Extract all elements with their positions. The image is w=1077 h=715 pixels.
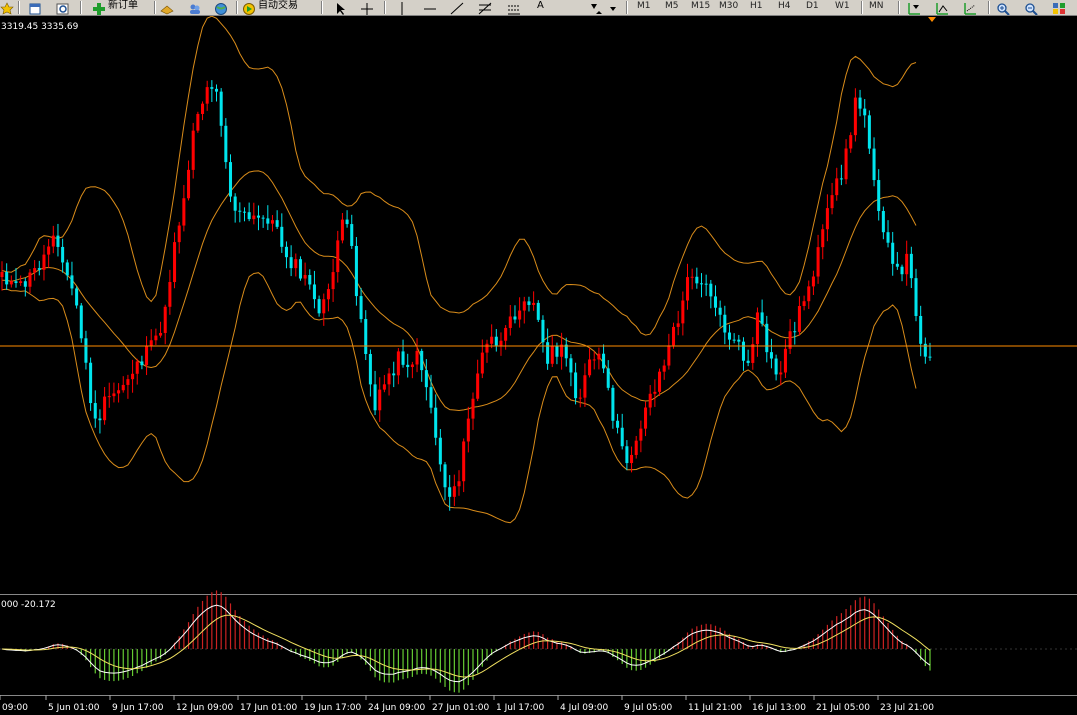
zoom-out-icon[interactable] xyxy=(1024,0,1038,15)
toolbar: 新订单 自动交易 A M1 M5 M15 M30 H1 H4 D1 W1 MN xyxy=(0,0,1077,16)
timeframe-m1[interactable]: M1 xyxy=(637,0,651,15)
zoom-in-icon[interactable] xyxy=(996,0,1010,15)
time-axis-label: 4 Jul 09:00 xyxy=(560,703,609,713)
time-axis-label: 16 Jul 13:00 xyxy=(752,703,806,713)
indicator-lines xyxy=(1,604,931,683)
time-axis-label: 12 Jun 09:00 xyxy=(176,703,233,713)
timeframe-w1[interactable]: W1 xyxy=(835,0,850,15)
time-axis-label: 21 Jul 05:00 xyxy=(816,703,870,713)
new-order-button[interactable]: 新订单 xyxy=(108,0,138,15)
horizontal-line-icon[interactable] xyxy=(423,0,437,13)
time-axis-label: 27 Jun 01:00 xyxy=(432,703,489,713)
time-axis: 09:00 5 Jun 01:00 9 Jun 17:00 12 Jun 09:00 1… xyxy=(0,695,934,713)
gold-icon[interactable] xyxy=(160,0,174,15)
time-axis-label: 17 Jun 01:00 xyxy=(240,703,297,713)
tile-windows-icon[interactable] xyxy=(1052,0,1066,14)
time-axis-label: 9 Jul 05:00 xyxy=(624,703,673,713)
indicator-subwindow[interactable]: 000 -20.172 xyxy=(0,590,1077,693)
auto-trading-button[interactable]: 自动交易 xyxy=(258,0,298,15)
users-icon[interactable] xyxy=(188,0,202,14)
timeframe-h4[interactable]: H4 xyxy=(778,0,791,15)
zoom-icon[interactable] xyxy=(56,0,70,15)
time-axis-label: 19 Jun 17:00 xyxy=(304,703,361,713)
trendline-icon[interactable] xyxy=(450,0,464,15)
time-axis-label: 09:00 xyxy=(2,703,28,713)
timeframe-mn[interactable]: MN xyxy=(869,0,884,15)
time-axis-label: 24 Jun 09:00 xyxy=(368,703,425,713)
chart-shift-icon[interactable] xyxy=(907,0,921,15)
timeframe-m5[interactable]: M5 xyxy=(665,0,679,15)
chart-window[interactable]: 3319.45 3335.69 000 -20.172 09:00 5 Jun 0… xyxy=(0,16,1077,715)
globe-icon[interactable] xyxy=(214,0,228,15)
vertical-line-icon[interactable] xyxy=(395,0,409,15)
autoscroll-icon[interactable] xyxy=(935,0,949,15)
timeframe-m30[interactable]: M30 xyxy=(719,0,738,15)
fibonacci-icon[interactable] xyxy=(478,0,492,15)
time-axis-label: 11 Jul 21:00 xyxy=(688,703,742,713)
folder-icon[interactable] xyxy=(28,0,42,15)
new-order-icon[interactable] xyxy=(92,0,106,15)
indicator-readout: 000 -20.172 xyxy=(1,600,56,610)
cursor-icon[interactable] xyxy=(334,0,348,15)
grid-icon[interactable] xyxy=(963,0,977,15)
main-chart-panel[interactable]: 3319.45 3335.69 xyxy=(0,16,1077,594)
time-axis-label: 5 Jun 01:00 xyxy=(48,703,100,713)
star-icon[interactable] xyxy=(0,0,14,15)
timeframe-h1[interactable]: H1 xyxy=(750,0,763,15)
channel-icon[interactable] xyxy=(507,0,521,15)
timeframe-m15[interactable]: M15 xyxy=(691,0,710,15)
price-readout: 3319.45 3335.69 xyxy=(1,22,79,32)
timeframe-d1[interactable]: D1 xyxy=(806,0,819,15)
time-axis-label: 23 Jul 21:00 xyxy=(880,703,934,713)
crosshair-icon[interactable] xyxy=(360,0,374,15)
chevron-down-icon[interactable] xyxy=(608,0,622,13)
time-axis-label: 9 Jun 17:00 xyxy=(112,703,164,713)
text-tool-button[interactable]: A xyxy=(537,0,544,15)
auto-trading-icon[interactable] xyxy=(242,0,256,15)
time-axis-label: 1 Jul 17:00 xyxy=(496,703,545,713)
arrows-icon[interactable] xyxy=(589,0,603,14)
